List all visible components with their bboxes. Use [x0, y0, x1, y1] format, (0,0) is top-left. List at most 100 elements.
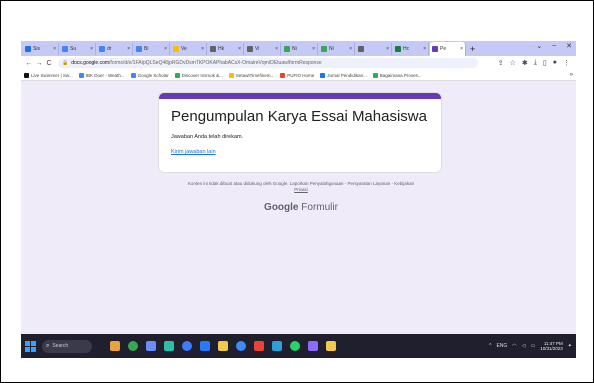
bookmark-label: Discover Insmok &... [181, 72, 223, 78]
wifi-icon[interactable]: ◠ [512, 343, 516, 349]
battery-icon[interactable]: ▭ [531, 343, 536, 349]
bookmark-item[interactable]: SetawtTimefinem... [228, 72, 274, 78]
forward-button[interactable]: → [34, 60, 44, 67]
tab-close-icon[interactable]: × [312, 46, 315, 52]
browser-tab[interactable]: Bi × [134, 42, 170, 55]
bookmark-item[interactable]: Discover Insmok &... [174, 72, 223, 78]
browser-tab[interactable]: Vi × [245, 42, 281, 55]
browser-tab[interactable]: dr × [97, 42, 133, 55]
tab-close-icon[interactable]: × [275, 46, 278, 52]
close-window-icon[interactable]: ✕ [566, 42, 572, 50]
tab-close-icon[interactable]: × [201, 46, 204, 52]
system-tray: ^ ENG ◠ ◁ ▭ 11:47 PM 10/31/2023 ✦ [489, 341, 572, 352]
menu-icon[interactable]: ⋮ [563, 59, 570, 67]
store-icon[interactable] [236, 341, 246, 351]
start-button[interactable] [25, 340, 36, 352]
notification-icon[interactable]: ✦ [568, 343, 572, 349]
browser-tab[interactable]: Sis × [23, 42, 59, 55]
download-icon[interactable]: ⤓ [534, 59, 537, 67]
url-input[interactable]: 🔒 docs.google.com /forms/d/e/1FAIpQLSeQ4… [58, 58, 478, 68]
browser-tab[interactable]: × [356, 42, 392, 55]
browser-tab[interactable]: Ni × [282, 42, 318, 55]
browser-tab[interactable]: Hc × [393, 42, 429, 55]
forms-brand: Formulir [301, 202, 338, 213]
form-page: Pengumpulan Karya Essai Mahasiswa Jawaba… [21, 81, 576, 334]
tab-strip: Sis × Su × dr × Bi × Ve × Hk × Vi × Ni × Ni × × Hc × Pe × + ⌄ –… [21, 41, 576, 56]
widgets-icon[interactable] [110, 341, 120, 351]
profile-icon[interactable]: ● [553, 59, 557, 67]
bookmark-item[interactable]: IBK Doer - Weath... [78, 72, 125, 78]
chevron-up-icon[interactable]: ^ [489, 343, 491, 349]
star-icon[interactable]: ☆ [510, 59, 516, 67]
settings-icon[interactable] [200, 341, 210, 351]
address-bar: ← → C 🔒 docs.google.com /forms/d/e/1FAIp… [21, 56, 576, 70]
chevron-down-icon[interactable]: ⌄ [536, 42, 542, 50]
volume-icon[interactable]: ◁ [522, 343, 526, 349]
chrome2-icon[interactable] [254, 341, 264, 351]
back-button[interactable]: ← [24, 60, 34, 67]
edge-icon[interactable] [164, 341, 174, 351]
tab-close-icon[interactable]: × [238, 46, 241, 52]
bookmark-favicon-icon [24, 72, 29, 78]
minimize-icon[interactable]: – [552, 42, 556, 50]
privacy-link[interactable]: Privasi [294, 187, 308, 192]
bookmark-favicon-icon [130, 72, 136, 78]
sidepanel-icon[interactable]: ▯ [543, 59, 547, 67]
browser-tab[interactable]: Su × [60, 42, 96, 55]
bookmarks-more-button[interactable]: » [570, 72, 573, 78]
share-icon[interactable]: ⇪ [498, 59, 504, 67]
taskbar-apps [110, 341, 336, 351]
chrome-icon[interactable] [128, 341, 138, 351]
taskbar-search[interactable]: ⌕ Search [42, 339, 92, 353]
tab-close-icon[interactable]: × [386, 46, 389, 52]
tab-label: Pe [440, 46, 447, 52]
bookmark-label: Jurnal Pendidikan... [327, 72, 367, 78]
files-icon[interactable] [146, 341, 156, 351]
browser-tab[interactable]: Ni × [319, 42, 355, 55]
tab-close-icon[interactable]: × [423, 46, 426, 52]
bookmark-label: PUFIO Home [287, 72, 315, 78]
browser-tab[interactable]: Hk × [208, 42, 244, 55]
camera-icon[interactable] [182, 341, 192, 351]
bookmark-item[interactable]: PUFIO Home [280, 72, 315, 78]
tab-close-icon[interactable]: × [127, 46, 130, 52]
telegram-icon[interactable] [272, 341, 282, 351]
tab-close-icon[interactable]: × [164, 46, 167, 52]
tab-close-icon[interactable]: × [460, 46, 463, 52]
explorer-icon[interactable] [218, 341, 228, 351]
bookmark-item[interactable]: Live Swimmer | Sw... [24, 72, 73, 78]
new-tab-button[interactable]: + [470, 44, 475, 54]
google-brand: Google [264, 202, 299, 213]
browser-tab[interactable]: Pe × [430, 42, 466, 56]
tab-close-icon[interactable]: × [53, 46, 56, 52]
tab-favicon-icon [62, 45, 68, 52]
window-controls: ⌄ – ✕ [536, 42, 572, 50]
bookmark-item[interactable]: Bagaimana Proses... [372, 72, 422, 78]
music-icon[interactable] [326, 341, 336, 351]
tab-label: Vi [255, 45, 260, 52]
tab-favicon-icon [358, 45, 364, 52]
browser-tab[interactable]: Ve × [171, 42, 207, 55]
tab-close-icon[interactable]: × [349, 46, 352, 52]
submit-another-link[interactable]: Kirim jawaban lain [171, 149, 216, 155]
tab-favicon-icon [25, 45, 31, 52]
language-indicator[interactable]: ENG [496, 343, 507, 349]
tab-label: Hk [218, 45, 225, 52]
app-icon[interactable] [308, 341, 318, 351]
tab-label: Ni [329, 45, 334, 52]
bookmark-favicon-icon [320, 72, 326, 78]
bookmark-label: Google Scholar [137, 72, 169, 78]
bookmark-item[interactable]: Google Scholar [130, 72, 169, 78]
tab-label: Hc [403, 45, 410, 52]
google-forms-logo: Google Formulir [161, 202, 441, 213]
bookmark-item[interactable]: Jurnal Pendidikan... [320, 72, 367, 78]
extensions-icon[interactable]: ✱ [522, 59, 528, 67]
tab-favicon-icon [210, 45, 216, 52]
tab-label: Su [70, 45, 77, 52]
tab-close-icon[interactable]: × [90, 46, 93, 52]
tab-favicon-icon [395, 45, 401, 52]
reload-button[interactable]: C [44, 60, 54, 67]
whatsapp-icon[interactable] [290, 341, 300, 351]
bookmark-favicon-icon [174, 72, 180, 78]
clock[interactable]: 11:47 PM 10/31/2023 [540, 341, 563, 352]
